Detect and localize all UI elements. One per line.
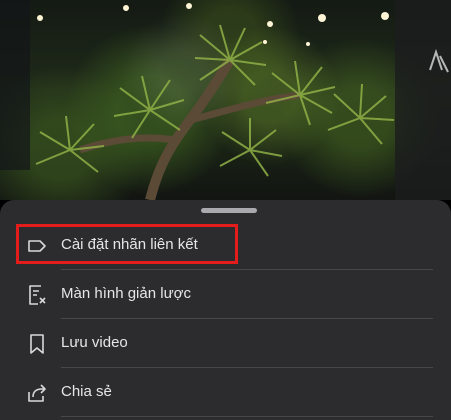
sheet-grabber[interactable]: [201, 208, 257, 213]
highlight-box: [16, 224, 238, 264]
menu-item-save-video[interactable]: Lưu video: [0, 320, 451, 368]
divider: [61, 416, 433, 417]
menu-item-simplified-screen[interactable]: Màn hình giản lược: [0, 271, 451, 319]
video-background: [0, 0, 451, 200]
share-icon: [25, 381, 49, 405]
menu-item-share[interactable]: Chia sẻ: [0, 369, 451, 417]
divider: [61, 367, 433, 368]
divider: [61, 269, 433, 270]
menu-item-label: Màn hình giản lược: [61, 285, 191, 302]
menu-item-label: Lưu video: [61, 334, 128, 351]
video-thumbnail-art: [0, 0, 451, 200]
divider: [61, 318, 433, 319]
bookmark-icon: [25, 332, 49, 356]
menu-item-label: Chia sẻ: [61, 383, 112, 400]
simplified-screen-icon: [25, 283, 49, 307]
